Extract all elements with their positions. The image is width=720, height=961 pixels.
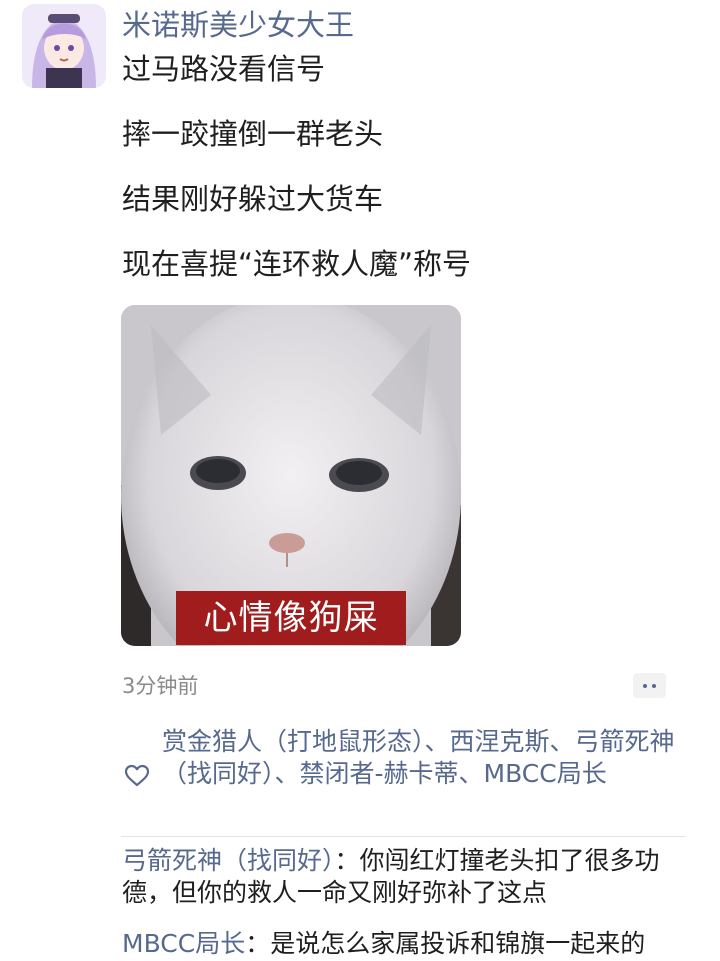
post-line: 过马路没看信号 bbox=[122, 52, 326, 86]
more-options-button[interactable] bbox=[633, 673, 666, 698]
post-text: 过马路没看信号 摔一跤撞倒一群老头 结果刚好躲过大货车 现在喜提“连环救人魔”称… bbox=[122, 50, 692, 310]
heart-outline-icon bbox=[124, 764, 150, 787]
post-timestamp: 3分钟前 bbox=[122, 674, 199, 698]
comment-item[interactable]: MBCC局长：是说怎么家属投诉和锦旗一起来的 bbox=[122, 928, 692, 960]
dot-icon bbox=[652, 683, 656, 688]
post-author[interactable]: 米诺斯美少女大王 bbox=[122, 6, 354, 44]
author-avatar[interactable] bbox=[22, 4, 106, 88]
comment-text: 是说怎么家属投诉和锦旗一起来的 bbox=[270, 929, 646, 958]
post-line: 摔一跤撞倒一群老头 bbox=[122, 117, 384, 151]
image-caption: 心情像狗屎 bbox=[176, 591, 406, 645]
avatar-illustration bbox=[22, 4, 106, 88]
divider bbox=[121, 836, 686, 837]
post-line: 现在喜提“连环救人魔”称号 bbox=[122, 247, 472, 281]
likes-list[interactable]: 赏金猎人（打地鼠形态）、西涅克斯、弓箭死神（找同好）、禁闭者-赫卡蒂、MBCC局… bbox=[162, 726, 682, 790]
comment-author[interactable]: MBCC局长 bbox=[122, 929, 245, 958]
comment-separator: ： bbox=[334, 846, 360, 875]
comment-item[interactable]: 弓箭死神（找同好）：你闯红灯撞老头扣了很多功德，但你的救人一命又刚好弥补了这点 bbox=[122, 845, 692, 909]
comment-separator: ： bbox=[245, 929, 271, 958]
dot-icon bbox=[643, 683, 647, 688]
comment-author[interactable]: 弓箭死神（找同好） bbox=[122, 846, 335, 875]
post-line: 结果刚好躲过大货车 bbox=[122, 182, 384, 216]
